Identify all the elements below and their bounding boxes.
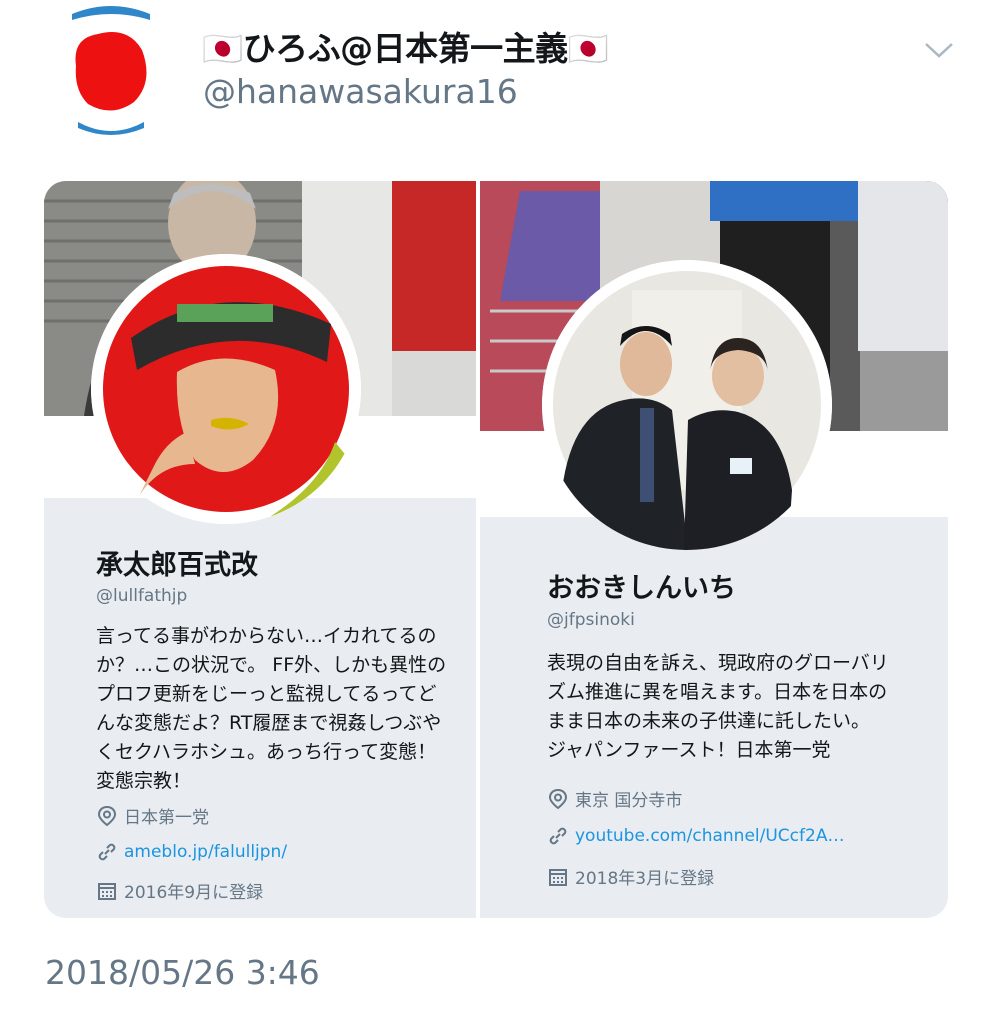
profile-cards-image[interactable]: 承太郎百式改 @lullfathjp 言ってる事がわからない…イカれてるの か？… <box>44 181 948 918</box>
calendar-icon <box>549 868 567 886</box>
profile-handle: @lullfathjp <box>96 586 188 606</box>
profile-joined: 2018年3月に登録 <box>547 864 714 889</box>
profile-name: 承太郎百式改 <box>96 550 258 581</box>
profile-card-left: 承太郎百式改 @lullfathjp 言ってる事がわからない…イカれてるの か？… <box>44 181 476 918</box>
link-icon <box>98 843 116 861</box>
profile-joined: 2016年9月に登録 <box>96 878 263 903</box>
profile-url: ameblo.jp/falulljpn/ <box>96 841 287 863</box>
profile-card-right: おおきしんいち @jfpsinoki 表現の自由を訴え、現政府のグローバリ ズム… <box>480 181 948 918</box>
tweet-timestamp[interactable]: 2018/05/26 3:46 <box>45 953 320 992</box>
profile-url-link: youtube.com/channel/UCcf2A… <box>575 826 845 846</box>
author-handle[interactable]: @hanawasakura16 <box>203 72 518 111</box>
profile-bio: 表現の自由を訴え、現政府のグローバリ ズム推進に異を唱えます。日本を日本の まま… <box>547 652 889 761</box>
author-display-name[interactable]: 🇯🇵ひろふ@日本第一主義🇯🇵 <box>202 22 609 70</box>
map-pin-icon <box>97 805 117 826</box>
profile-handle: @jfpsinoki <box>547 610 635 630</box>
profile-avatar <box>542 260 832 550</box>
calendar-icon <box>98 882 116 900</box>
profile-avatar <box>91 254 361 524</box>
chevron-down-icon[interactable] <box>922 38 956 62</box>
author-avatar[interactable] <box>68 4 154 136</box>
link-icon <box>549 827 567 845</box>
profile-location: 日本第一党 <box>96 803 209 828</box>
profile-url: youtube.com/channel/UCcf2A… <box>547 825 844 847</box>
map-pin-icon <box>548 788 568 809</box>
profile-bio: 言ってる事がわからない…イカれてるの か？…この状況で。 FF外、しかも異性の … <box>96 625 447 792</box>
profile-location: 東京 国分寺市 <box>547 786 682 811</box>
profile-name: おおきしんいち <box>547 573 736 604</box>
profile-url-link: ameblo.jp/falulljpn/ <box>124 842 288 862</box>
